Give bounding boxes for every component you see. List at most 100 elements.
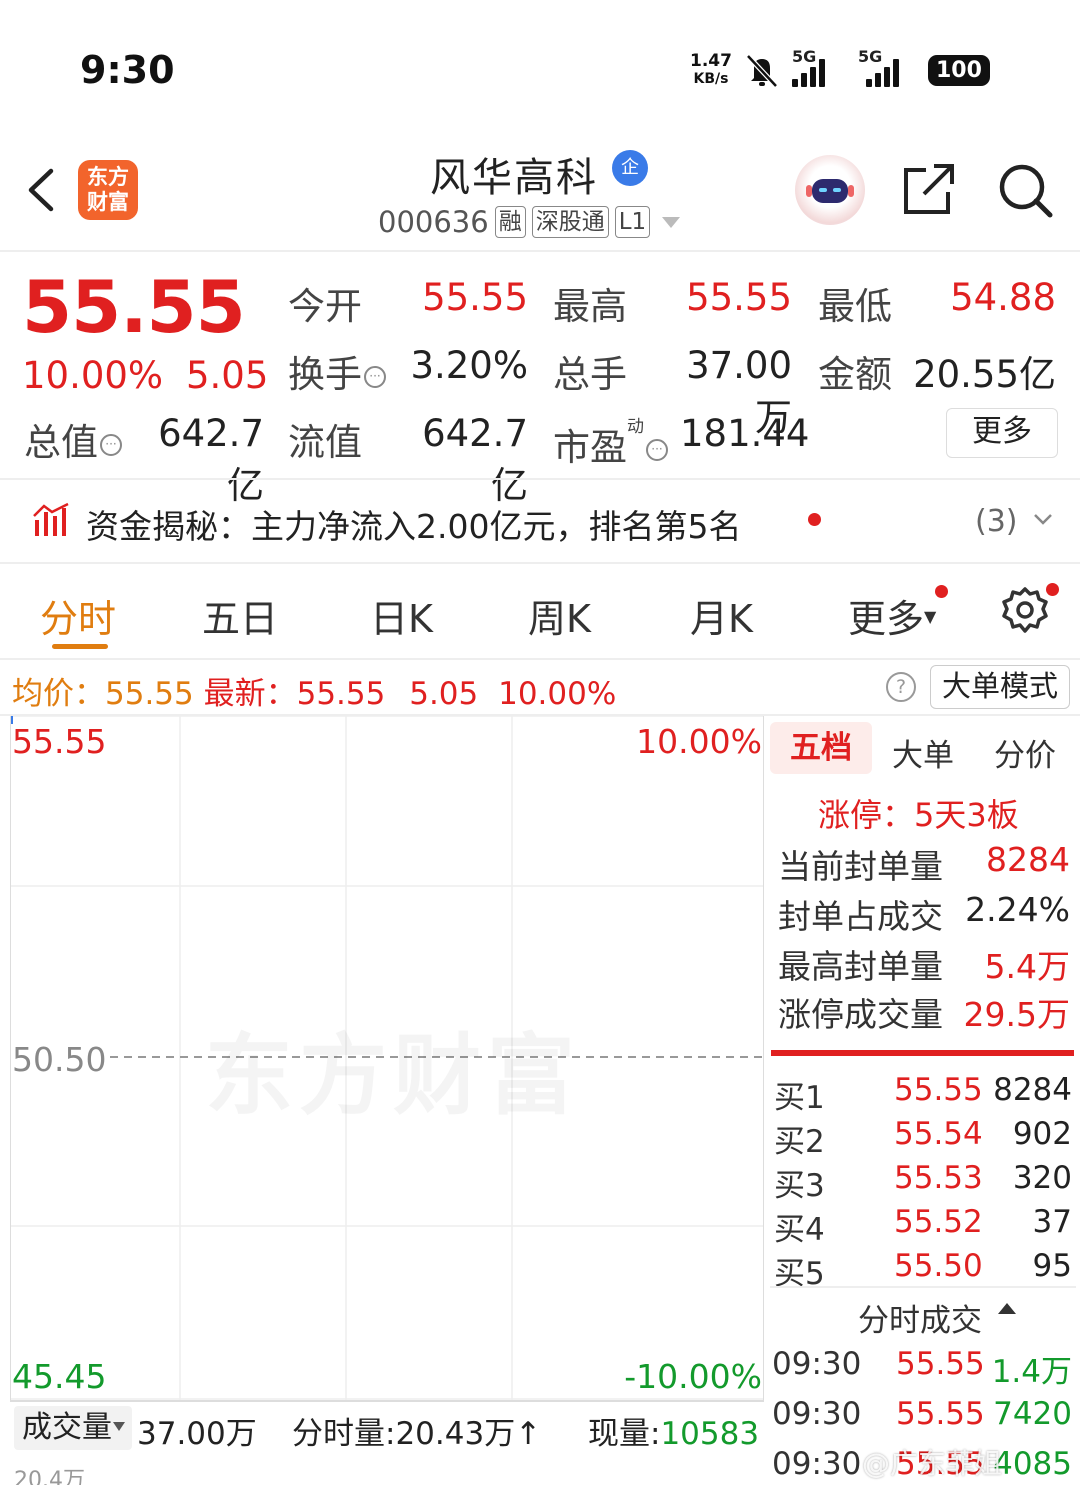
tab-price-volume[interactable]: 分价	[994, 730, 1056, 775]
tab-more[interactable]: 更多▼	[848, 588, 936, 643]
pe-label[interactable]: 市盈动···	[553, 412, 668, 471]
network-1-label: 5G	[791, 47, 817, 66]
latest-percent: 10.00%	[498, 676, 617, 712]
high-label: 最高	[553, 285, 627, 328]
current-price: 55.55	[22, 265, 246, 349]
minute-volume-label: 分时量:	[292, 1416, 396, 1452]
big-order-mode-button[interactable]: 大单模式	[930, 665, 1070, 709]
tab-daily-k[interactable]: 日K	[370, 588, 433, 643]
chart-watermark: 东方财富	[205, 1005, 581, 1132]
bid-price: 55.55	[894, 1072, 983, 1108]
robot-assistant-icon[interactable]	[795, 155, 865, 225]
bid-qty: 902	[1012, 1116, 1072, 1152]
bell-muted-icon	[746, 54, 778, 88]
volume-label: 总手	[553, 353, 627, 396]
bar-chart-icon	[33, 502, 69, 536]
volume-axis-label: 20.4万	[14, 1468, 85, 1485]
search-icon[interactable]	[995, 160, 1055, 220]
tab-weekly-k[interactable]: 周K	[528, 588, 591, 643]
current-volume-value: 10583	[660, 1416, 760, 1452]
caret-up-icon[interactable]	[998, 1303, 1016, 1314]
network-2-label: 5G	[857, 47, 883, 66]
tab-five-day[interactable]: 五日	[202, 588, 278, 643]
logo-line-1: 东方	[87, 165, 129, 189]
margin-tag: 融	[494, 206, 526, 238]
tick-price: 55.55	[896, 1346, 985, 1382]
capital-flow-text[interactable]: 资金揭秘：主力净流入2.00亿元，排名第5名	[86, 500, 741, 548]
limit-up-title: 涨停：5天3板	[818, 796, 1019, 834]
mktcap-label[interactable]: 总值 ···	[24, 412, 122, 466]
tick-time: 09:30	[772, 1446, 862, 1482]
bid-price: 55.50	[894, 1248, 983, 1284]
bid-qty: 37	[1032, 1204, 1072, 1240]
bid-price: 55.54	[894, 1116, 983, 1152]
pct-axis-bottom: -10.00%	[624, 1357, 762, 1396]
help-icon[interactable]: ?	[886, 672, 916, 702]
info-icon[interactable]: ···	[646, 438, 668, 461]
change-amount: 5.05	[186, 354, 269, 397]
stock-code-row[interactable]: 000636 融 深股通 L1	[378, 202, 681, 242]
tick-time: 09:30	[772, 1346, 862, 1382]
signal-1-icon: 5G	[791, 47, 848, 87]
minute-volume: 分时量:20.43万↑	[292, 1408, 541, 1453]
bid-label: 买4	[774, 1212, 825, 1248]
pct-axis-top: 10.00%	[636, 722, 762, 761]
back-arrow-icon[interactable]	[24, 165, 56, 215]
seal-stat-value: 29.5万	[963, 995, 1070, 1034]
net-speed-unit: KB/s	[693, 71, 729, 87]
turnover-label[interactable]: 换手 ···	[288, 344, 386, 398]
latest-label: 最新：	[203, 676, 297, 712]
active-tab-indicator	[52, 644, 108, 649]
open-label: 今开	[288, 285, 362, 328]
ticks-divider	[770, 1286, 1076, 1288]
gear-icon[interactable]	[1000, 585, 1050, 635]
tick-time: 09:30	[772, 1396, 862, 1432]
bid-qty: 8284	[993, 1072, 1072, 1108]
seal-stat-value: 5.4万	[984, 947, 1070, 986]
notification-dot	[935, 585, 948, 598]
latest-value: 55.55	[296, 676, 386, 712]
capital-flow-count: (3)	[975, 504, 1018, 539]
open-value: 55.55	[422, 276, 528, 319]
info-icon[interactable]: ···	[100, 433, 122, 456]
y-axis-top: 55.55	[12, 722, 107, 761]
mktcap-label-text: 总值	[24, 421, 98, 464]
tab-intraday[interactable]: 分时	[40, 588, 116, 643]
tick-qty: 4085	[993, 1446, 1072, 1482]
tick-qty: 1.4万	[991, 1354, 1072, 1390]
seal-stat-value: 8284	[986, 840, 1070, 879]
turnover-label-text: 换手	[288, 353, 362, 396]
more-quote-button[interactable]: 更多	[946, 408, 1058, 458]
y-axis-bottom: 45.45	[12, 1357, 107, 1396]
tab-more-label: 更多	[848, 597, 925, 641]
seal-stat-value: 2.24%	[965, 890, 1070, 929]
bid-qty: 320	[1012, 1160, 1072, 1196]
share-icon[interactable]	[900, 162, 958, 218]
limit-separator	[771, 1050, 1074, 1056]
current-volume-label: 现量:	[588, 1416, 661, 1452]
avg-value: 55.55	[105, 676, 194, 712]
battery-indicator: 100	[927, 54, 990, 86]
caret-down-icon	[113, 1422, 125, 1431]
tick-price: 55.55	[896, 1396, 985, 1432]
tab-monthly-k[interactable]: 月K	[690, 588, 753, 643]
low-value: 54.88	[950, 276, 1056, 319]
verified-badge-icon: 企	[612, 150, 648, 186]
volume-total: 37.00万	[137, 1416, 257, 1452]
y-axis-mid: 50.50	[12, 1040, 107, 1079]
info-icon[interactable]: ···	[364, 365, 386, 388]
seal-stat-label: 当前封单量	[778, 847, 943, 886]
chevron-down-icon[interactable]	[1032, 508, 1054, 530]
minute-volume-value: 20.43万↑	[395, 1416, 542, 1452]
current-volume: 现量:10583	[588, 1408, 759, 1453]
tab-big-orders[interactable]: 大单	[892, 730, 954, 775]
turnover-value: 3.20%	[410, 344, 528, 387]
stock-name[interactable]: 风华高科	[430, 145, 598, 203]
tab-order-book[interactable]: 五档	[770, 722, 872, 774]
chevron-down-icon[interactable]	[662, 216, 681, 228]
high-value: 55.55	[686, 276, 792, 319]
signal-2-icon: 5G	[858, 47, 918, 87]
ticks-title[interactable]: 分时成交	[858, 1295, 982, 1340]
app-logo[interactable]: 东方 财富	[78, 160, 138, 220]
change-percent: 10.00%	[22, 354, 164, 397]
